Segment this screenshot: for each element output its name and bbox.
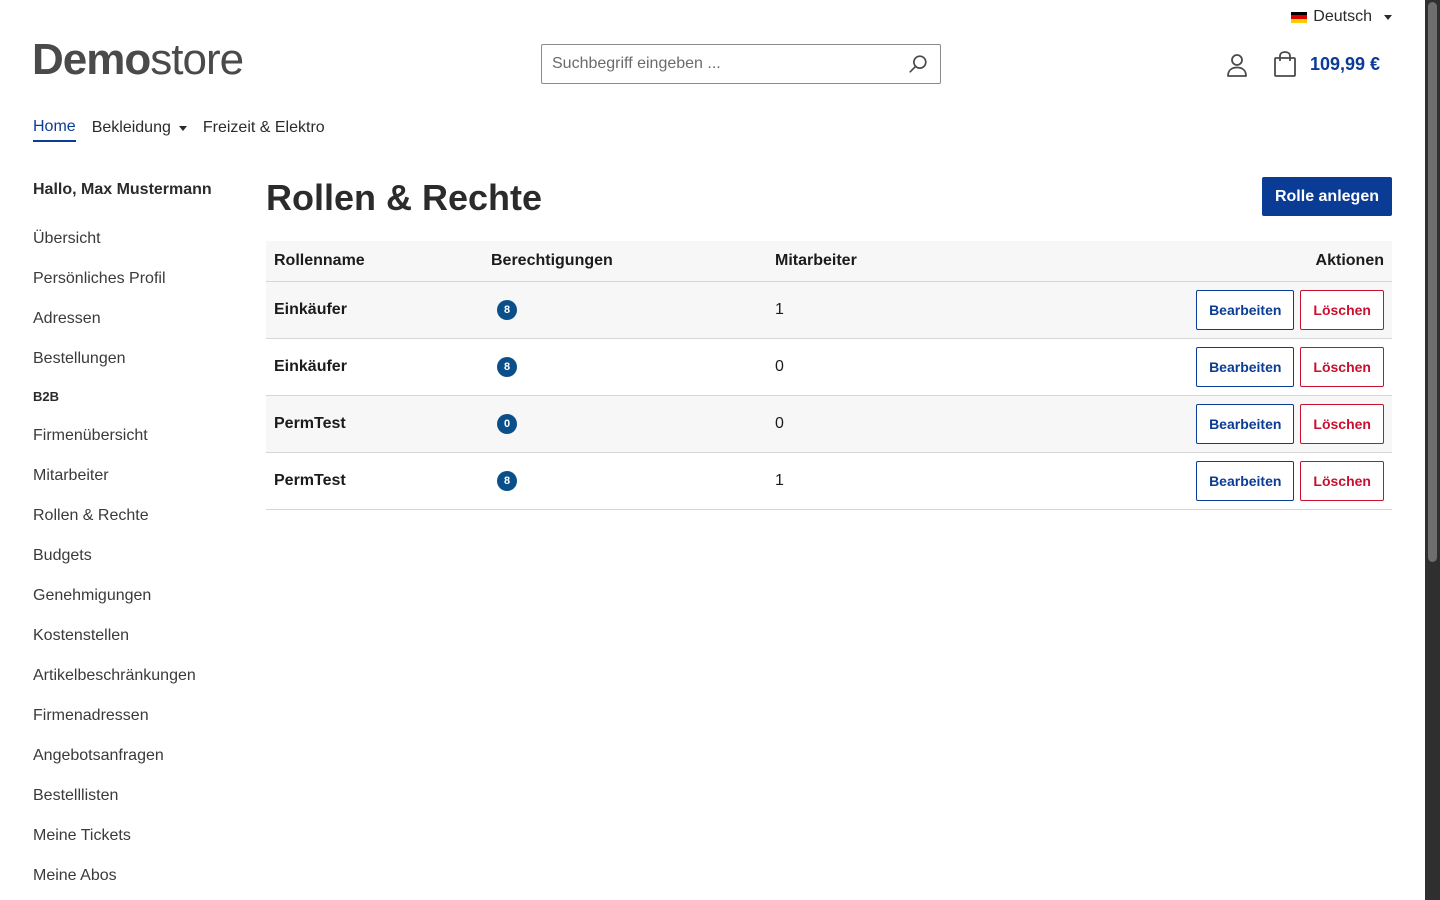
search-icon [909,55,927,73]
column-header-aktionen: Aktionen [1315,251,1384,269]
permissions-count-badge: 8 [497,470,517,491]
search-bar [541,44,941,84]
table-row: PermTest 8 1 Bearbeiten Löschen [266,452,1392,509]
sidebar-item-bestelllisten[interactable]: Bestelllisten [33,776,243,816]
actions-cell: Bearbeiten Löschen [966,452,1392,509]
edit-role-button[interactable]: Bearbeiten [1196,403,1295,444]
chevron-down-icon [1384,14,1392,20]
account-menu: Übersicht Persönliches Profil Adressen B… [33,219,243,896]
permissions-cell: 8 [483,281,767,338]
roles-table: Rollenname Berechtigungen Mitarbeiter Ak… [266,241,1392,510]
account-button[interactable] [1225,52,1249,78]
account-sidebar: Hallo, Max Mustermann Übersicht Persönli… [33,180,243,896]
table-row: Einkäufer 8 1 Bearbeiten Löschen [266,281,1392,338]
column-header-berechtigungen: Berechtigungen [491,251,613,269]
role-name: Einkäufer [274,357,347,375]
actions-cell: Bearbeiten Löschen [966,338,1392,395]
sidebar-item-abos[interactable]: Meine Abos [33,856,243,896]
edit-role-button[interactable]: Bearbeiten [1196,346,1295,387]
delete-role-button[interactable]: Löschen [1300,289,1384,330]
create-role-button[interactable]: Rolle anlegen [1261,177,1392,216]
search-button[interactable] [896,45,940,83]
table-row: PermTest 0 0 Bearbeiten Löschen [266,395,1392,452]
delete-role-button[interactable]: Löschen [1300,460,1384,501]
sidebar-item-artikelbeschraenkungen[interactable]: Artikelbeschränkungen [33,656,243,696]
table-row: Einkäufer 8 0 Bearbeiten Löschen [266,338,1392,395]
permissions-count-badge: 0 [497,413,517,434]
main-navigation: Home Bekleidung Freizeit & Elektro [33,118,325,142]
search-input[interactable] [542,45,896,83]
sidebar-item-genehmigungen[interactable]: Genehmigungen [33,576,243,616]
permissions-cell: 8 [483,338,767,395]
permissions-cell: 0 [483,395,767,452]
permissions-cell: 8 [483,452,767,509]
sidebar-item-bestellungen[interactable]: Bestellungen [33,339,243,379]
role-name: PermTest [274,471,346,489]
sidebar-heading-b2b: B2B [33,389,60,404]
vertical-scrollbar[interactable] [1425,0,1440,900]
logo-light-text: store [150,35,244,84]
delete-role-button[interactable]: Löschen [1300,346,1384,387]
employee-count: 1 [775,471,784,489]
logo-bold-text: Demo [32,35,151,84]
sidebar-item-angebotsanfragen[interactable]: Angebotsanfragen [33,736,243,776]
sidebar-item-tickets[interactable]: Meine Tickets [33,816,243,856]
user-icon [1227,54,1247,77]
nav-item-label: Bekleidung [91,119,171,136]
employee-count: 1 [775,300,784,318]
employee-count: 0 [775,357,784,375]
german-flag-icon [1291,11,1308,23]
table-header-row: Rollenname Berechtigungen Mitarbeiter Ak… [266,241,1392,281]
column-header-mitarbeiter: Mitarbeiter [775,251,857,269]
language-switcher[interactable]: Deutsch [1291,8,1392,26]
language-label: Deutsch [1313,8,1372,25]
chevron-down-icon [178,125,187,131]
page-title: Rollen & Rechte [266,177,543,218]
sidebar-item-uebersicht[interactable]: Übersicht [33,219,243,259]
permissions-count-badge: 8 [497,299,517,320]
page: Deutsch Demostore 109,99 € Home Bekleidu… [0,0,1425,900]
main-content: Rollen & Rechte Rolle anlegen Rollenname… [266,176,1392,509]
edit-role-button[interactable]: Bearbeiten [1196,460,1295,501]
sidebar-item-firmenadressen[interactable]: Firmenadressen [33,696,243,736]
sidebar-item-rollen-rechte[interactable]: Rollen & Rechte [33,496,243,536]
user-greeting: Hallo, Max Mustermann [33,181,212,198]
sidebar-item-kostenstellen[interactable]: Kostenstellen [33,616,243,656]
sidebar-item-budgets[interactable]: Budgets [33,536,243,576]
permissions-count-badge: 8 [497,356,517,377]
actions-cell: Bearbeiten Löschen [966,395,1392,452]
role-name: Einkäufer [274,300,347,318]
column-header-rollenname: Rollenname [274,251,365,269]
sidebar-item-adressen[interactable]: Adressen [33,299,243,339]
nav-item-freizeit-elektro[interactable]: Freizeit & Elektro [203,118,325,142]
nav-item-bekleidung[interactable]: Bekleidung [92,118,187,142]
nav-item-home[interactable]: Home [33,118,76,142]
actions-cell: Bearbeiten Löschen [966,281,1392,338]
store-logo[interactable]: Demostore [32,35,244,84]
sidebar-item-firmenuebersicht[interactable]: Firmenübersicht [33,416,243,456]
role-name: PermTest [274,414,346,432]
delete-role-button[interactable]: Löschen [1300,403,1384,444]
cart-button[interactable]: 109,99 € [1272,50,1380,78]
scrollbar-thumb[interactable] [1428,2,1437,562]
sidebar-item-profil[interactable]: Persönliches Profil [33,259,243,299]
sidebar-item-mitarbeiter[interactable]: Mitarbeiter [33,456,243,496]
edit-role-button[interactable]: Bearbeiten [1196,289,1295,330]
shopping-bag-icon [1274,51,1296,77]
cart-total: 109,99 € [1310,53,1381,74]
employee-count: 0 [775,414,784,432]
